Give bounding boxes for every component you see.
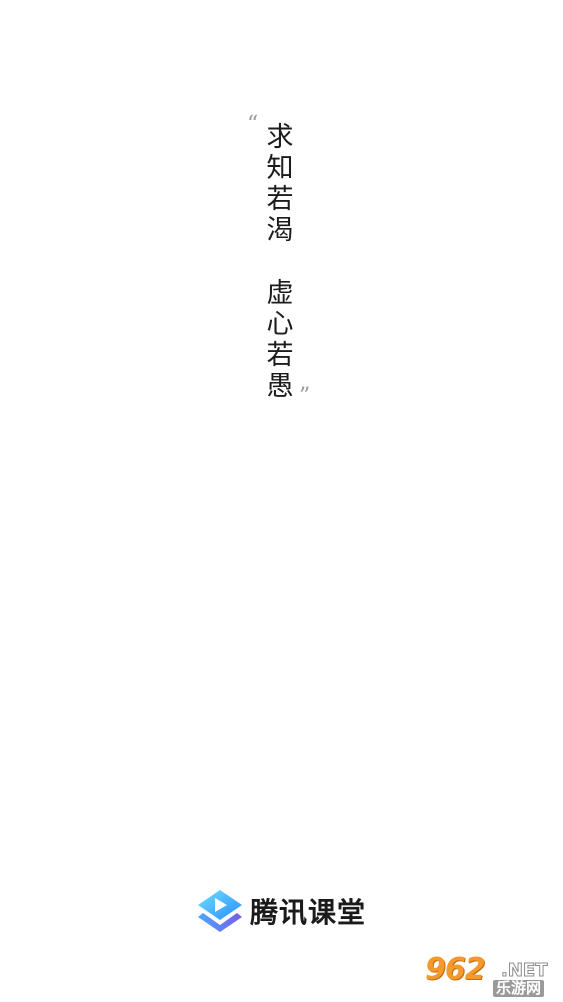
quote-char: 知: [266, 153, 294, 184]
quote-char: 求: [266, 122, 294, 153]
brand-lockup: 腾讯课堂: [196, 889, 366, 933]
quote-char: 若: [266, 184, 294, 215]
watermark-domain: .NET: [500, 960, 548, 982]
close-quote-mark: ”: [299, 384, 311, 409]
quote-char: 渴: [266, 215, 294, 246]
quote-line-2: 虚 心 若 愚: [262, 278, 298, 402]
quote-char: 心: [266, 309, 294, 340]
quote-line-1: 求 知 若 渴: [262, 122, 298, 246]
brand-name: 腾讯课堂: [250, 896, 367, 929]
tencent-classroom-logo-icon: [198, 890, 242, 932]
open-quote-mark: “: [247, 112, 259, 137]
quote-char: 愚: [266, 371, 294, 402]
quote-char: 若: [266, 340, 294, 371]
splash-screen: “ 求 知 若 渴 虚 心 若 愚 ” 腾讯课堂 962 .NET 乐游网: [0, 0, 563, 1002]
quote-char: 虚: [266, 278, 294, 309]
watermark-site-name: 乐游网: [493, 980, 545, 997]
site-watermark: 962 .NET 乐游网: [423, 952, 557, 998]
watermark-number: 962: [425, 952, 486, 987]
